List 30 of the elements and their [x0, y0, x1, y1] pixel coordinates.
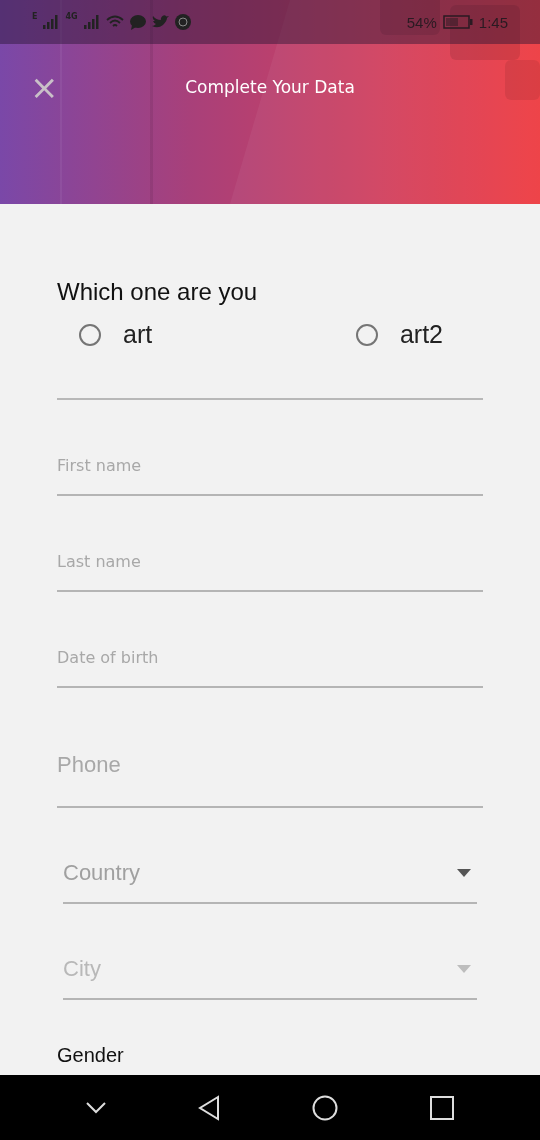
chat-icon [129, 14, 146, 30]
gender-label: Gender [57, 1044, 125, 1067]
app-icon [174, 14, 191, 30]
network-label: E [32, 12, 38, 21]
radio-option[interactable]: art [79, 320, 153, 349]
input-field[interactable]: Phone [57, 752, 483, 778]
back-button[interactable] [198, 1094, 220, 1121]
caret-icon [457, 869, 471, 877]
recents-button[interactable] [430, 1095, 454, 1120]
input-field[interactable]: Date of birth [57, 647, 483, 667]
dropdown-field[interactable]: Country [63, 860, 477, 886]
caret-icon [457, 965, 471, 973]
battery-percent: 54% [406, 13, 437, 31]
input-field[interactable]: First name [57, 455, 483, 475]
network-label: 4G [65, 12, 78, 21]
signal-icon [83, 15, 100, 29]
radio-option[interactable]: art2 [355, 320, 443, 349]
close-button[interactable]: × [30, 70, 54, 104]
page-title: Complete Your Data [184, 77, 356, 97]
radio-circle[interactable] [355, 323, 378, 346]
home-button[interactable] [312, 1094, 338, 1121]
battery-icon [442, 15, 473, 29]
wifi-icon [105, 15, 124, 29]
signal-icon [43, 15, 60, 29]
bird-icon [151, 15, 169, 29]
clock: 1:45 [478, 13, 508, 31]
collapse-button[interactable] [86, 1101, 106, 1114]
question-label: Which one are you [57, 278, 259, 306]
input-field[interactable]: Last name [57, 551, 483, 571]
radio-circle[interactable] [79, 323, 101, 346]
